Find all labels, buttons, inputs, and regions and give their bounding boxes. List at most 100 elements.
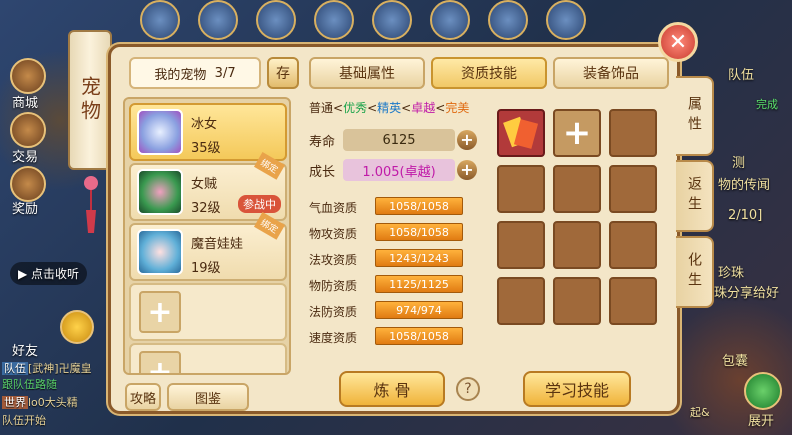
help-button[interactable]: ?: [456, 377, 480, 401]
add-growth-button[interactable]: +: [457, 160, 477, 180]
aptitude-label: 法防资质: [309, 305, 358, 319]
tab-aptitude-skills[interactable]: 资质技能: [431, 57, 547, 89]
growth-value: 1.005(卓越): [343, 159, 455, 181]
pet-count-label: 我的宠物: [154, 67, 207, 83]
quest-text[interactable]: 物的传闻: [718, 174, 770, 193]
team-label[interactable]: 队伍: [728, 64, 754, 83]
quest-text[interactable]: 珍珠: [718, 262, 744, 281]
activity-icon[interactable]: [372, 0, 412, 40]
skill-slot[interactable]: [553, 165, 601, 213]
play-icon: ▶: [18, 267, 32, 281]
skill-slot[interactable]: [609, 221, 657, 269]
panel-header: 我的宠物 3/7 存 基础属性 资质技能 装备饰品: [123, 55, 669, 91]
quality-perfect: 完美: [445, 101, 470, 115]
close-button[interactable]: ✕: [658, 22, 698, 62]
chat-text: lo0大头精: [28, 396, 78, 409]
chat-line: 跟队伍路随: [2, 378, 57, 391]
quest-text[interactable]: 测: [732, 152, 745, 171]
life-label: 寿命: [309, 135, 336, 150]
trade-label[interactable]: 交易: [12, 146, 38, 165]
learn-skill-button[interactable]: 学习技能: [523, 371, 631, 407]
aptitude-label: 法攻资质: [309, 253, 358, 267]
activity-icon[interactable]: [546, 0, 586, 40]
quality-elite: 精英: [377, 101, 402, 115]
activity-icon[interactable]: [198, 0, 238, 40]
tab-basic-attributes[interactable]: 基础属性: [309, 57, 425, 89]
expand-label[interactable]: 展开: [748, 410, 774, 429]
skill-book-icon: [503, 116, 539, 149]
expand-icon[interactable]: [744, 372, 782, 410]
pet-avatar: [137, 229, 183, 275]
activity-icon[interactable]: [140, 0, 180, 40]
quality-superb: 卓越: [411, 101, 436, 115]
skill-slot[interactable]: [553, 277, 601, 325]
in-battle-badge: 参战中: [238, 195, 281, 213]
add-life-button[interactable]: +: [457, 130, 477, 150]
aptitude-label: 气血资质: [309, 201, 358, 215]
aptitude-label: 速度资质: [309, 331, 358, 345]
skill-grid: [497, 109, 657, 325]
chat-bubble-icon[interactable]: [60, 310, 94, 344]
skill-slot[interactable]: [609, 165, 657, 213]
side-tab-transform[interactable]: 化生: [676, 236, 714, 308]
side-tab-attributes[interactable]: 属性: [676, 76, 714, 156]
reward-label[interactable]: 奖励: [12, 198, 38, 217]
skill-slot[interactable]: [497, 277, 545, 325]
trade-icon[interactable]: [10, 112, 46, 148]
guide-button[interactable]: 攻略: [125, 383, 161, 411]
refine-bone-button[interactable]: 炼 骨: [339, 371, 445, 407]
aptitude-value: 1058/1058: [375, 327, 463, 345]
friends-label[interactable]: 好友: [12, 340, 38, 359]
add-skill-slot[interactable]: [553, 109, 601, 157]
skill-slot[interactable]: [497, 165, 545, 213]
tassel-icon: [84, 176, 98, 233]
skill-slot[interactable]: [609, 277, 657, 325]
voice-collect-button[interactable]: ▶ 点击收听: [10, 262, 88, 285]
pet-level: 19级: [191, 261, 221, 276]
pet-name: 魔音娃娃: [191, 237, 244, 252]
quest-progress: 2/10]: [728, 208, 763, 223]
aptitude-value: 1058/1058: [375, 223, 463, 241]
pet-panel: 我的宠物 3/7 存 基础属性 资质技能 装备饰品 冰女 35级 女贼 32级 …: [108, 44, 680, 414]
mall-icon[interactable]: [10, 58, 46, 94]
save-button[interactable]: 存: [267, 57, 299, 89]
aptitude-value: 1058/1058: [375, 197, 463, 215]
activity-icon[interactable]: [488, 0, 528, 40]
pet-count-display: 我的宠物 3/7: [129, 57, 261, 89]
tab-equipment[interactable]: 装备饰品: [553, 57, 669, 89]
activity-icon[interactable]: [256, 0, 296, 40]
empty-pet-slot[interactable]: +: [129, 283, 287, 341]
quest-text[interactable]: 珠分享给好: [714, 282, 779, 301]
skill-slot[interactable]: [609, 109, 657, 157]
empty-pet-slot[interactable]: +: [129, 343, 287, 373]
side-tab-rebirth[interactable]: 返生: [676, 160, 714, 232]
pet-title-scroll: 宠物: [68, 30, 112, 170]
pet-avatar: [137, 169, 183, 215]
mall-label[interactable]: 商城: [12, 92, 38, 111]
skill-slot[interactable]: [497, 109, 545, 157]
pet-name: 冰女: [191, 117, 218, 132]
chat-channel: 队伍: [2, 362, 28, 375]
plus-icon: +: [139, 291, 181, 333]
album-button[interactable]: 图鉴: [167, 383, 249, 411]
activity-icon[interactable]: [314, 0, 354, 40]
skill-slot[interactable]: [497, 221, 545, 269]
chat-line: 队伍开始: [2, 414, 46, 427]
aptitude-label: 物防资质: [309, 279, 358, 293]
close-icon: ✕: [668, 29, 688, 55]
voice-collect-label: 点击收听: [31, 267, 80, 281]
skill-slot[interactable]: [553, 221, 601, 269]
chat-line: 世界 lo0大头精: [2, 394, 78, 410]
rank-label: 起&: [690, 406, 710, 419]
plus-icon: +: [139, 351, 181, 373]
chat-channel: 世界: [2, 396, 28, 409]
activity-icon[interactable]: [430, 0, 470, 40]
quality-excellent: 优秀: [343, 101, 368, 115]
life-value: 6125: [343, 129, 455, 151]
pet-card[interactable]: 魔音娃娃 19级 绑定: [129, 211, 287, 281]
aptitude-value: 1243/1243: [375, 249, 463, 267]
bag-label[interactable]: 包囊: [722, 350, 748, 369]
quality-normal: 普通: [309, 101, 334, 115]
reward-icon[interactable]: [10, 166, 46, 202]
aptitude-label: 物攻资质: [309, 227, 358, 241]
